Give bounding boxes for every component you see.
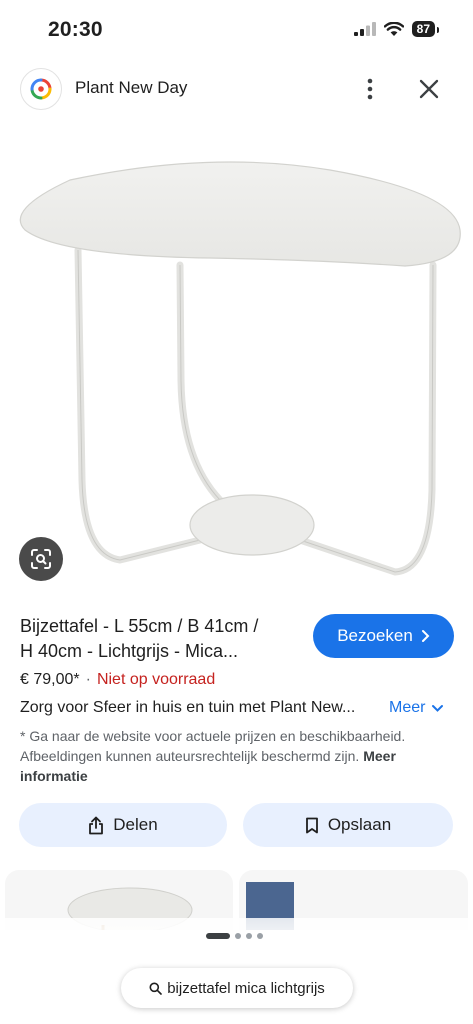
site-name[interactable]: Plant New Day xyxy=(75,78,187,98)
search-query-chip[interactable]: bijzettafel mica lichtgrijs xyxy=(121,968,353,1008)
lens-search-icon xyxy=(31,549,51,569)
search-query: bijzettafel mica lichtgrijs xyxy=(167,979,325,997)
more-label: Meer xyxy=(389,699,426,716)
status-time: 20:30 xyxy=(48,18,103,41)
save-button[interactable]: Opslaan xyxy=(243,803,453,847)
visit-button[interactable]: Bezoeken xyxy=(313,614,454,658)
signal-icon xyxy=(353,22,376,36)
product-description: Zorg voor Sfeer in huis en tuin met Plan… xyxy=(20,699,356,716)
pager-dot-active xyxy=(206,933,230,939)
site-logo[interactable] xyxy=(20,68,62,110)
product-title[interactable]: Bijzettafel - L 55cm / B 41cm / H 40cm -… xyxy=(20,614,305,664)
search-icon xyxy=(149,982,163,995)
battery-icon: 87 xyxy=(411,21,440,37)
price-row: € 79,00* · Niet op voorraad xyxy=(20,671,215,689)
product-image[interactable] xyxy=(0,130,473,600)
chevron-down-icon xyxy=(432,704,444,712)
product-title-line1: Bijzettafel - L 55cm / B 41cm / xyxy=(20,616,259,636)
pager-dot xyxy=(246,933,252,939)
pager-dot xyxy=(235,933,241,939)
save-label: Opslaan xyxy=(327,815,392,834)
disclaimer-text: * Ga naar de website voor actuele prijze… xyxy=(20,728,406,764)
visit-label: Bezoeken xyxy=(337,626,413,645)
pager-dots xyxy=(206,933,263,939)
status-icons: 87 xyxy=(353,21,440,37)
bookmark-icon xyxy=(305,817,318,833)
share-label: Delen xyxy=(113,815,158,834)
price: € 79,00* xyxy=(20,671,80,688)
close-icon[interactable] xyxy=(418,78,440,100)
more-vert-icon[interactable] xyxy=(360,76,380,102)
share-icon xyxy=(89,816,104,834)
more-button[interactable]: Meer xyxy=(389,699,444,717)
disclaimer: * Ga naar de website voor actuele prijze… xyxy=(20,726,410,786)
wifi-icon xyxy=(383,21,404,36)
price-separator: · xyxy=(85,671,91,688)
pager-dot xyxy=(257,933,263,939)
google-lens-logo-icon xyxy=(30,78,52,100)
lens-search-button[interactable] xyxy=(19,537,63,581)
share-button[interactable]: Delen xyxy=(19,803,227,847)
product-title-line2: H 40cm - Lichtgrijs - Mica... xyxy=(20,641,239,661)
chevron-right-icon xyxy=(421,630,430,642)
stock-status: Niet op voorraad xyxy=(96,671,216,688)
